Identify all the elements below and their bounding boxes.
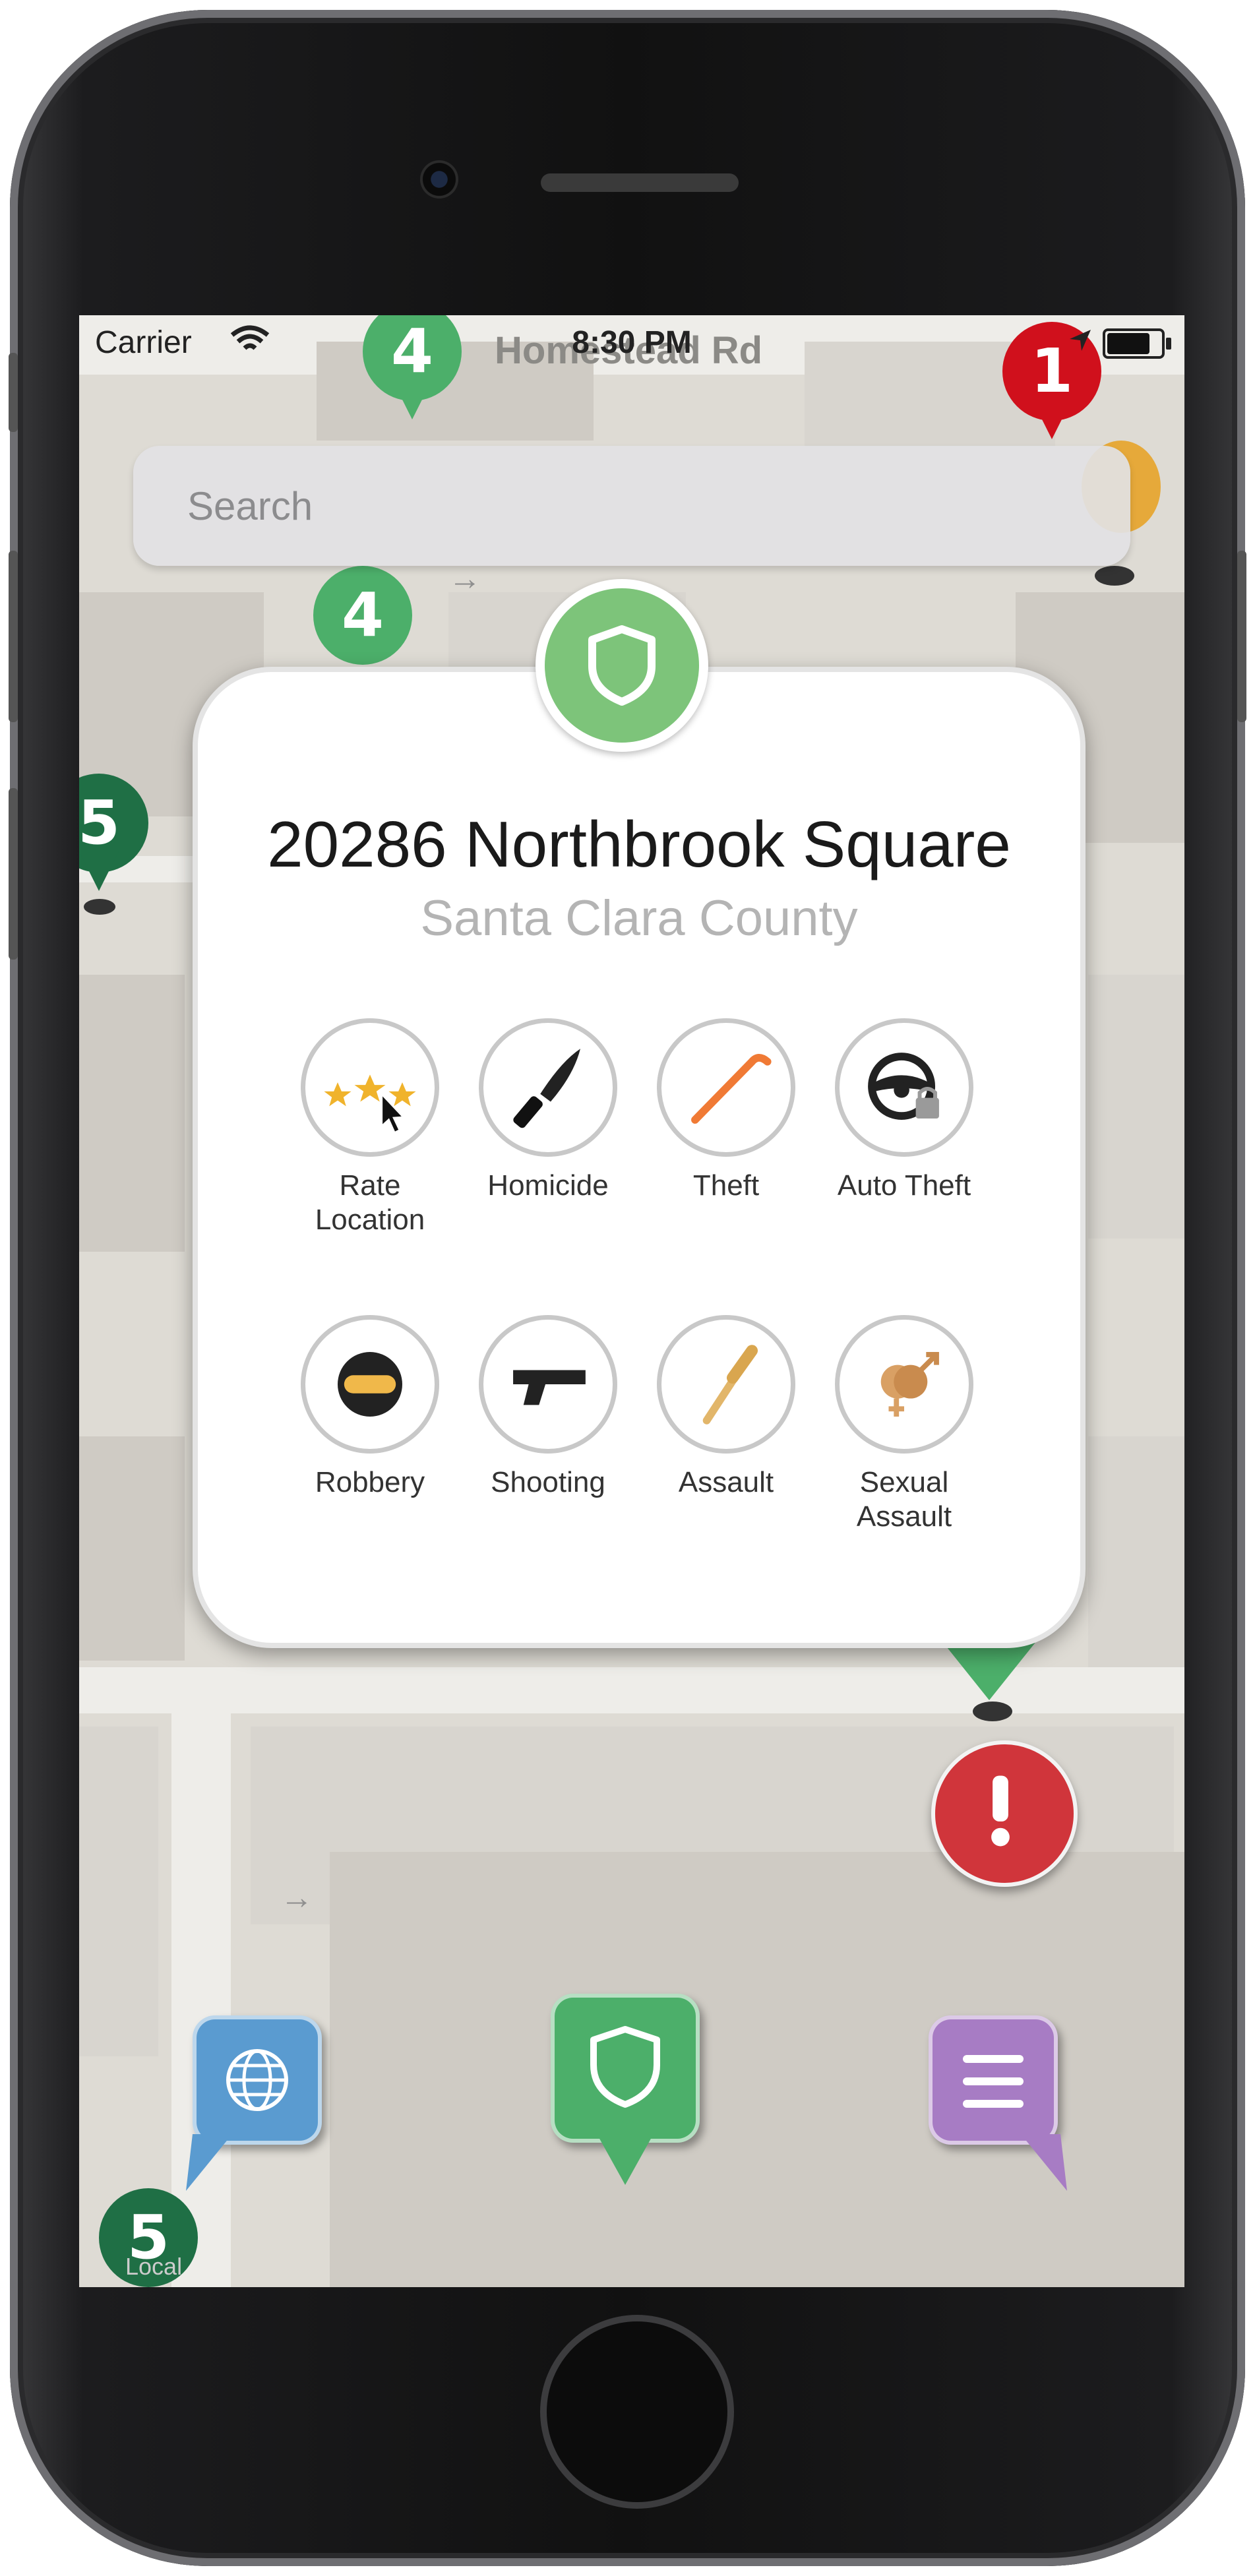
mute-switch (9, 353, 18, 432)
one-way-arrow-icon: → (280, 1879, 313, 1916)
globe-icon (226, 2049, 288, 2111)
globe-button[interactable] (186, 2015, 322, 2191)
search-bar[interactable] (133, 446, 1130, 566)
auto-theft-button[interactable]: Auto Theft (818, 1018, 996, 1216)
bubble-tail (599, 2137, 652, 2185)
pistol-icon (479, 1315, 617, 1454)
stars-icon (301, 1018, 439, 1157)
address-title: 20286 Northbrook Square (267, 808, 1011, 880)
status-bar: Carrier 8:30 PM (79, 315, 1184, 375)
shield-icon (588, 625, 656, 706)
location-card: 20286 Northbrook Square Santa Clara Coun… (193, 667, 1086, 1648)
home-button[interactable] (540, 2315, 734, 2509)
shooting-label: Shooting (491, 1466, 605, 1498)
robbery-button[interactable]: Robbery (284, 1315, 462, 1513)
status-time: 8:30 PM (572, 325, 692, 360)
volume-down-button (9, 788, 18, 960)
robber-mask-icon (301, 1315, 439, 1454)
menu-button[interactable] (929, 2015, 1067, 2191)
map-building (79, 1436, 185, 1661)
map-building (1088, 1436, 1184, 1674)
baseball-bat-icon (657, 1315, 795, 1454)
pin-tail (1032, 400, 1072, 439)
assault-button[interactable]: Assault (640, 1315, 818, 1513)
crowbar-icon (657, 1018, 795, 1157)
map-pin[interactable]: 5 (79, 774, 148, 915)
earpiece-speaker (541, 173, 739, 192)
app-screen: → → Homestead Rd 4 1 4 5 5 Local Carrier… (79, 315, 1184, 2287)
power-button (1237, 551, 1246, 722)
menu-lines-icon (963, 2055, 1024, 2108)
bubble-tail (1021, 2134, 1067, 2191)
county-subtitle: Santa Clara County (420, 890, 858, 946)
rate-location-button[interactable]: Rate Location (284, 1018, 462, 1236)
pin-shadow (973, 1702, 1012, 1721)
search-input[interactable] (133, 446, 1130, 566)
homicide-label: Homicide (487, 1169, 609, 1202)
map-building (79, 1727, 158, 2056)
robbery-label: Robbery (315, 1466, 425, 1498)
gender-symbols-icon (835, 1315, 973, 1454)
alert-button[interactable] (931, 1740, 1078, 1887)
pin-tail (392, 380, 432, 419)
sexual-assault-button[interactable]: Sexual Assault (818, 1315, 996, 1533)
rate-location-label: Rate Location (315, 1169, 425, 1236)
knife-icon (479, 1018, 617, 1157)
pin-count: 4 (313, 566, 412, 665)
assault-label: Assault (678, 1466, 774, 1498)
pin-shadow (84, 899, 115, 915)
shooting-button[interactable]: Shooting (462, 1315, 640, 1513)
local-label: Local (125, 2253, 183, 2280)
volume-up-button (9, 551, 18, 722)
steering-wheel-lock-icon (835, 1018, 973, 1157)
pin-tail (79, 851, 119, 891)
shield-icon (590, 2026, 660, 2108)
map-building (79, 975, 185, 1252)
card-badge (536, 579, 708, 752)
homicide-button[interactable]: Homicide (462, 1018, 640, 1216)
shield-button[interactable] (551, 1994, 700, 2185)
sexual-assault-label: Sexual Assault (856, 1466, 952, 1533)
bubble-tail (186, 2134, 232, 2191)
location-arrow-icon (1070, 330, 1091, 351)
exclamation-icon (991, 1775, 1010, 1847)
battery-icon (1103, 328, 1171, 359)
auto-theft-label: Auto Theft (837, 1169, 971, 1202)
map-building (1088, 975, 1184, 1239)
pin-shadow (1095, 566, 1134, 586)
theft-button[interactable]: Theft (640, 1018, 818, 1216)
theft-label: Theft (692, 1169, 760, 1202)
front-camera (420, 160, 458, 199)
